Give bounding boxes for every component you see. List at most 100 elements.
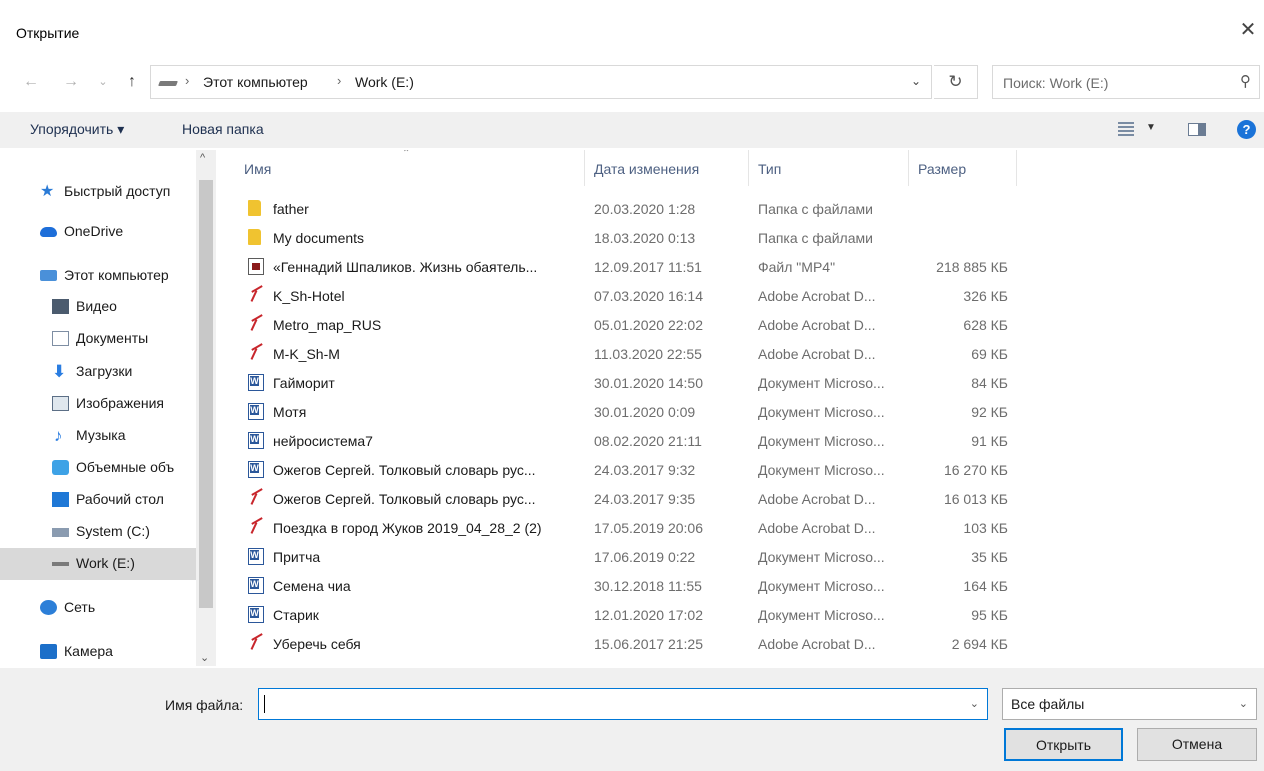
chevron-down-icon[interactable]: ⌄: [970, 697, 979, 710]
file-row[interactable]: «Геннадий Шпаликов. Жизнь обаятель... 12.…: [218, 252, 1264, 281]
file-size: 218 885 КБ: [936, 259, 1008, 275]
pdf-icon: [248, 345, 265, 362]
filetype-select[interactable]: Все файлы ⌄: [1002, 688, 1257, 720]
column-divider[interactable]: [748, 150, 749, 186]
file-type: Документ Microso...: [758, 578, 885, 594]
file-row[interactable]: K_Sh-Hotel 07.03.2020 16:14 Adobe Acrobat …: [218, 281, 1264, 310]
chevron-up-icon[interactable]: ^: [200, 152, 205, 164]
column-name[interactable]: Имя: [244, 161, 271, 177]
close-icon[interactable]: ✕: [1236, 18, 1260, 42]
recent-locations-icon[interactable]: ⌄: [96, 70, 110, 94]
nav-item-system-drive[interactable]: System (C:): [0, 516, 196, 548]
column-divider[interactable]: [584, 150, 585, 186]
file-row[interactable]: My documents 18.03.2020 0:13 Папка с файла…: [218, 223, 1264, 252]
file-row[interactable]: Мотя 30.01.2020 0:09 Документ Microso... 92…: [218, 397, 1264, 426]
breadcrumb-this-pc[interactable]: Этот компьютер: [203, 74, 308, 90]
scroll-thumb[interactable]: [199, 180, 213, 608]
chevron-down-icon[interactable]: ⌄: [911, 74, 921, 88]
file-type: Документ Microso...: [758, 549, 885, 565]
column-divider[interactable]: [1016, 150, 1017, 186]
view-options-icon[interactable]: [1118, 122, 1134, 136]
file-name: Притча: [273, 549, 321, 565]
file-name: Ожегов Сергей. Толковый словарь рус...: [273, 462, 536, 478]
nav-scrollbar[interactable]: ^ ⌄: [196, 150, 216, 666]
new-folder-button[interactable]: Новая папка: [182, 121, 264, 137]
file-row[interactable]: Гайморит 30.01.2020 14:50 Документ Microso…: [218, 368, 1264, 397]
documents-icon: [52, 331, 69, 346]
file-name: Мотя: [273, 404, 307, 420]
nav-item-documents[interactable]: Документы: [0, 323, 196, 355]
search-box[interactable]: ⚲: [992, 65, 1260, 99]
nav-item-quick-access[interactable]: ★ Быстрый доступ: [0, 176, 196, 208]
command-bar: Упорядочить ▾ Новая папка ▼ ?: [0, 112, 1264, 148]
file-date: 30.01.2020 14:50: [594, 375, 703, 391]
back-icon[interactable]: ←: [20, 70, 42, 94]
file-row[interactable]: M-K_Sh-M 11.03.2020 22:55 Adobe Acrobat D.…: [218, 339, 1264, 368]
music-icon: ♪: [54, 426, 63, 445]
nav-item-label: Видео: [76, 298, 117, 314]
nav-item-videos[interactable]: Видео: [0, 291, 196, 323]
nav-item-pictures[interactable]: Изображения: [0, 388, 196, 420]
file-date: 20.03.2020 1:28: [594, 201, 696, 217]
nav-item-downloads[interactable]: ⬇ Загрузки: [0, 356, 196, 388]
navigation-pane: ★ Быстрый доступ OneDrive Этот компьютер…: [0, 150, 216, 666]
column-size[interactable]: Размер: [918, 161, 966, 177]
chevron-down-icon[interactable]: ⌄: [200, 651, 209, 664]
nav-item-work-drive[interactable]: Work (E:): [0, 548, 196, 580]
file-type: Документ Microso...: [758, 404, 885, 420]
chevron-down-icon[interactable]: ▼: [1146, 122, 1156, 133]
file-row[interactable]: Ожегов Сергей. Толковый словарь рус... 24…: [218, 455, 1264, 484]
file-type: Документ Microso...: [758, 607, 885, 623]
nav-item-music[interactable]: ♪ Музыка: [0, 420, 196, 452]
file-row[interactable]: Поездка в город Жуков 2019_04_28_2 (2) 17…: [218, 513, 1264, 542]
file-size: 628 КБ: [963, 317, 1008, 333]
chevron-down-icon[interactable]: ⌄: [1239, 697, 1248, 710]
file-date: 24.03.2017 9:32: [594, 462, 696, 478]
title-bar: Открытие ✕: [0, 0, 1264, 60]
word-icon: [248, 432, 264, 449]
file-name: K_Sh-Hotel: [273, 288, 345, 304]
nav-item-3d-objects[interactable]: Объемные объ: [0, 452, 196, 484]
preview-pane-icon[interactable]: [1188, 123, 1206, 136]
nav-item-onedrive[interactable]: OneDrive: [0, 216, 196, 248]
file-date: 24.03.2017 9:35: [594, 491, 696, 507]
search-input[interactable]: [1003, 73, 1223, 93]
file-row[interactable]: father 20.03.2020 1:28 Папка с файлами: [218, 194, 1264, 223]
nav-item-camera[interactable]: Камера: [0, 636, 196, 668]
drive-icon: [159, 79, 177, 87]
column-type[interactable]: Тип: [758, 161, 781, 177]
nav-item-network[interactable]: Сеть: [0, 592, 196, 624]
refresh-icon[interactable]: ↻: [934, 65, 978, 99]
filename-box[interactable]: ⌄: [258, 688, 988, 720]
computer-icon: [40, 270, 57, 281]
file-row[interactable]: Уберечь себя 15.06.2017 21:25 Adobe Acroba…: [218, 629, 1264, 658]
breadcrumb-work-drive[interactable]: Work (E:): [355, 74, 414, 90]
file-row[interactable]: Ожегов Сергей. Толковый словарь рус... 24…: [218, 484, 1264, 513]
help-icon[interactable]: ?: [1237, 120, 1256, 139]
folder-icon: [248, 229, 261, 245]
nav-item-this-pc[interactable]: Этот компьютер: [0, 260, 196, 292]
search-icon[interactable]: ⚲: [1240, 72, 1251, 90]
nav-item-label: Камера: [64, 643, 113, 659]
address-bar[interactable]: › Этот компьютер › Work (E:) ⌄: [150, 65, 932, 99]
file-row[interactable]: Семена чиа 30.12.2018 11:55 Документ Micro…: [218, 571, 1264, 600]
3d-objects-icon: [52, 460, 69, 475]
file-name: father: [273, 201, 309, 217]
file-row[interactable]: Притча 17.06.2019 0:22 Документ Microso...…: [218, 542, 1264, 571]
open-button[interactable]: Открыть: [1004, 728, 1123, 761]
up-icon[interactable]: ↑: [122, 70, 142, 94]
file-row[interactable]: Старик 12.01.2020 17:02 Документ Microso..…: [218, 600, 1264, 629]
file-row[interactable]: нейросистема7 08.02.2020 21:11 Документ Mi…: [218, 426, 1264, 455]
forward-icon[interactable]: →: [60, 70, 82, 94]
nav-item-desktop[interactable]: Рабочий стол: [0, 484, 196, 516]
file-date: 07.03.2020 16:14: [594, 288, 703, 304]
filename-input[interactable]: [265, 694, 955, 714]
column-divider[interactable]: [908, 150, 909, 186]
cancel-button[interactable]: Отмена: [1137, 728, 1257, 761]
file-name: Уберечь себя: [273, 636, 361, 652]
column-date[interactable]: Дата изменения: [594, 161, 699, 177]
file-date: 12.09.2017 11:51: [594, 259, 702, 275]
organize-button[interactable]: Упорядочить ▾: [30, 121, 124, 138]
cloud-icon: [40, 227, 57, 237]
file-row[interactable]: Metro_map_RUS 05.01.2020 22:02 Adobe Acrob…: [218, 310, 1264, 339]
